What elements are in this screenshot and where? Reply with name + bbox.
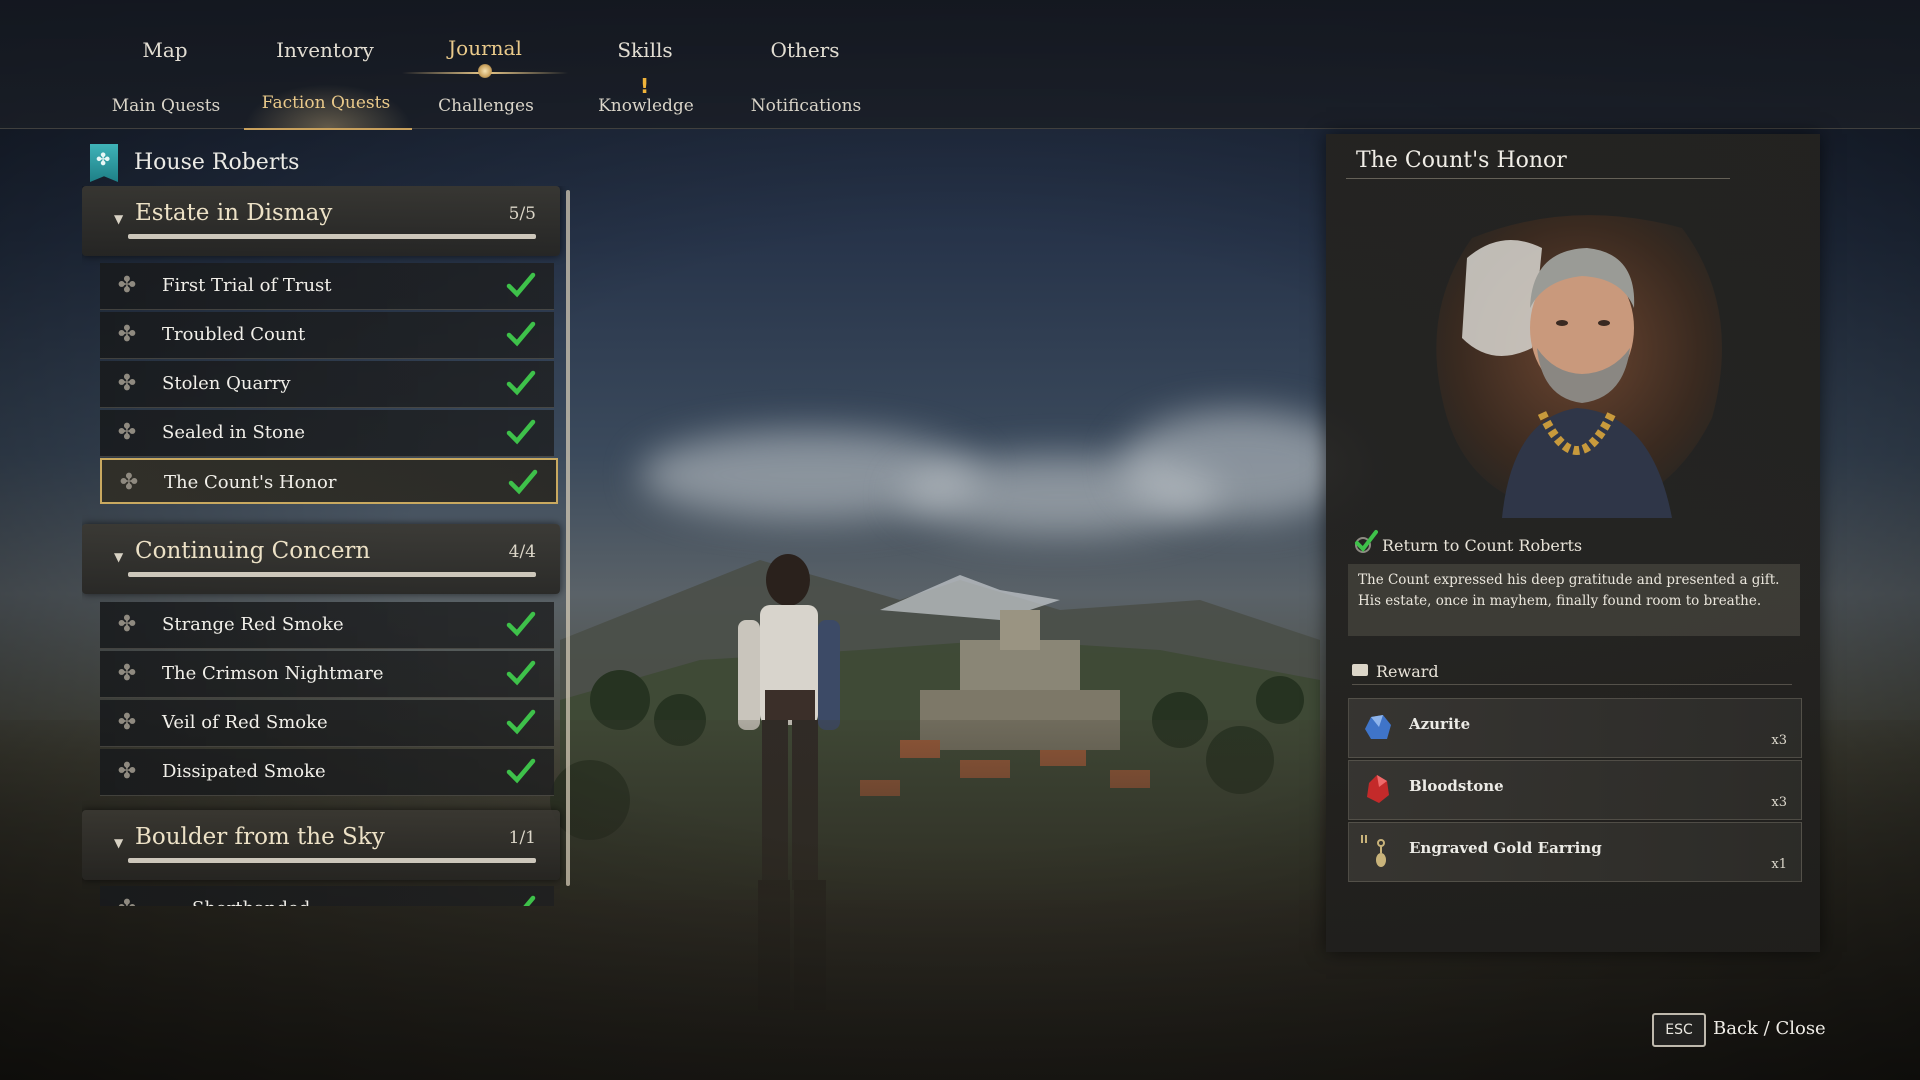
quest-group-progress: 5/5 bbox=[508, 204, 536, 224]
collapse-caret-icon[interactable]: ▼ bbox=[114, 212, 123, 226]
quest-row[interactable]: ✤ The Crimson Nightmare bbox=[100, 651, 554, 698]
quest-group-title: Continuing Concern bbox=[135, 538, 371, 564]
quest-group-header[interactable]: ▼ Estate in Dismay 5/5 bbox=[82, 186, 560, 256]
reward-name: Engraved Gold Earring bbox=[1409, 839, 1602, 857]
reward-header: Reward bbox=[1352, 662, 1792, 685]
quest-emblem-icon: ✤ bbox=[117, 759, 137, 784]
reward-name: Azurite bbox=[1409, 715, 1471, 733]
group-divider bbox=[128, 234, 536, 239]
completed-check-icon bbox=[506, 758, 536, 784]
completed-check-icon bbox=[506, 321, 536, 347]
title-divider bbox=[1346, 178, 1730, 179]
reward-name: Bloodstone bbox=[1409, 777, 1504, 795]
reward-quantity: x1 bbox=[1771, 857, 1787, 872]
reward-quantity: x3 bbox=[1771, 795, 1787, 810]
completed-check-icon bbox=[508, 469, 538, 495]
group-divider bbox=[128, 858, 536, 863]
quest-emblem-icon: ✤ bbox=[117, 612, 137, 637]
quest-description-box: The Count expressed his deep gratitude a… bbox=[1348, 564, 1800, 636]
quest-group-progress: 1/1 bbox=[508, 828, 536, 848]
top-navigation-bar: Map Inventory Journal Skills Others Main… bbox=[0, 0, 1920, 130]
tab-journal[interactable]: Journal bbox=[415, 36, 555, 60]
quest-emblem-icon: ✤ bbox=[117, 420, 137, 445]
bloodstone-icon bbox=[1367, 775, 1389, 803]
quest-row[interactable]: ✤ Shorthanded bbox=[100, 886, 554, 906]
quest-emblem-icon: ✤ bbox=[117, 371, 137, 396]
reward-item[interactable]: Azurite x3 bbox=[1348, 698, 1802, 758]
quest-name: Veil of Red Smoke bbox=[162, 712, 328, 733]
quest-row[interactable]: ✤ Troubled Count bbox=[100, 312, 554, 359]
tab-inventory[interactable]: Inventory bbox=[255, 38, 395, 62]
quest-group-title: Estate in Dismay bbox=[135, 200, 333, 226]
quest-row[interactable]: ✤ First Trial of Trust bbox=[100, 263, 554, 310]
quest-emblem-icon: ✤ bbox=[117, 710, 137, 735]
quest-group-title: Boulder from the Sky bbox=[135, 824, 385, 850]
quest-emblem-icon: ✤ bbox=[117, 661, 137, 686]
subtab-notifications[interactable]: Notifications bbox=[726, 96, 886, 116]
reward-chest-icon bbox=[1352, 664, 1368, 676]
subtab-knowledge[interactable]: Knowledge bbox=[566, 96, 726, 116]
quest-group-progress: 4/4 bbox=[508, 542, 536, 562]
quest-row[interactable]: ✤ Dissipated Smoke bbox=[100, 749, 554, 796]
subtab-main-quests[interactable]: Main Quests bbox=[86, 96, 246, 116]
quest-row[interactable]: ✤ Veil of Red Smoke bbox=[100, 700, 554, 747]
reward-quantity: x3 bbox=[1771, 733, 1787, 748]
gold-earring-icon bbox=[1361, 835, 1386, 867]
active-tab-indicator-icon bbox=[478, 64, 492, 78]
completed-check-icon bbox=[506, 370, 536, 396]
faction-name: House Roberts bbox=[134, 150, 300, 175]
esc-key-icon[interactable]: ESC bbox=[1652, 1013, 1706, 1047]
quest-name: Shorthanded bbox=[192, 898, 310, 906]
completed-check-icon bbox=[523, 895, 536, 906]
completed-check-icon bbox=[506, 660, 536, 686]
completed-check-icon bbox=[506, 272, 536, 298]
quest-emblem-icon: ✤ bbox=[117, 322, 137, 347]
faction-header: ✤ House Roberts bbox=[90, 144, 570, 184]
quest-name: The Count's Honor bbox=[164, 472, 337, 493]
quest-detail-panel: The Count's Honor Return to Count Robert… bbox=[1326, 134, 1820, 952]
reward-item[interactable]: Engraved Gold Earring x1 bbox=[1348, 822, 1802, 882]
collapse-caret-icon[interactable]: ▼ bbox=[114, 836, 123, 850]
quest-row[interactable]: ✤ Stolen Quarry bbox=[100, 361, 554, 408]
quest-name: Troubled Count bbox=[162, 324, 306, 345]
quest-name: Dissipated Smoke bbox=[162, 761, 326, 782]
reward-header-label: Reward bbox=[1376, 662, 1439, 681]
quest-list[interactable]: ▼ Estate in Dismay 5/5 ✤ First Trial of … bbox=[82, 186, 570, 906]
quest-detail-title: The Count's Honor bbox=[1356, 148, 1567, 173]
completed-check-icon bbox=[506, 419, 536, 445]
tab-map[interactable]: Map bbox=[95, 38, 235, 62]
quest-emblem-icon: ✤ bbox=[117, 273, 137, 298]
objective-text: Return to Count Roberts bbox=[1382, 536, 1583, 555]
completed-check-icon bbox=[506, 611, 536, 637]
tab-skills[interactable]: Skills bbox=[575, 38, 715, 62]
quest-emblem-icon: ✤ bbox=[119, 470, 139, 495]
quest-objective: Return to Count Roberts bbox=[1354, 530, 1794, 558]
objective-complete-icon bbox=[1355, 530, 1378, 553]
faction-crest-icon: ✤ bbox=[90, 144, 118, 182]
count-roberts-portrait bbox=[1436, 215, 1722, 518]
azurite-icon bbox=[1365, 715, 1391, 739]
knowledge-alert-icon: ! bbox=[640, 74, 650, 98]
quest-row-selected[interactable]: ✤ The Count's Honor bbox=[100, 458, 558, 504]
quest-name: The Crimson Nightmare bbox=[162, 663, 384, 684]
collapse-caret-icon[interactable]: ▼ bbox=[114, 550, 123, 564]
back-close-hint[interactable]: Back / Close bbox=[1713, 1018, 1826, 1039]
tab-others[interactable]: Others bbox=[735, 38, 875, 62]
quest-name: Strange Red Smoke bbox=[162, 614, 344, 635]
quest-name: Sealed in Stone bbox=[162, 422, 306, 443]
group-divider bbox=[128, 572, 536, 577]
quest-group-header[interactable]: ▼ Boulder from the Sky 1/1 bbox=[82, 810, 560, 880]
quest-name: Stolen Quarry bbox=[162, 373, 291, 394]
quest-emblem-icon: ✤ bbox=[114, 896, 140, 906]
quest-row[interactable]: ✤ Strange Red Smoke bbox=[100, 602, 554, 649]
subtab-challenges[interactable]: Challenges bbox=[406, 96, 566, 116]
quest-row[interactable]: ✤ Sealed in Stone bbox=[100, 410, 554, 457]
quest-description: The Count expressed his deep gratitude a… bbox=[1358, 572, 1780, 609]
quest-list-scrollbar[interactable] bbox=[566, 190, 570, 886]
subtab-faction-quests[interactable]: Faction Quests bbox=[246, 93, 406, 113]
quest-group-header[interactable]: ▼ Continuing Concern 4/4 bbox=[82, 524, 560, 594]
reward-item[interactable]: Bloodstone x3 bbox=[1348, 760, 1802, 820]
completed-check-icon bbox=[506, 709, 536, 735]
quest-name: First Trial of Trust bbox=[162, 275, 332, 296]
